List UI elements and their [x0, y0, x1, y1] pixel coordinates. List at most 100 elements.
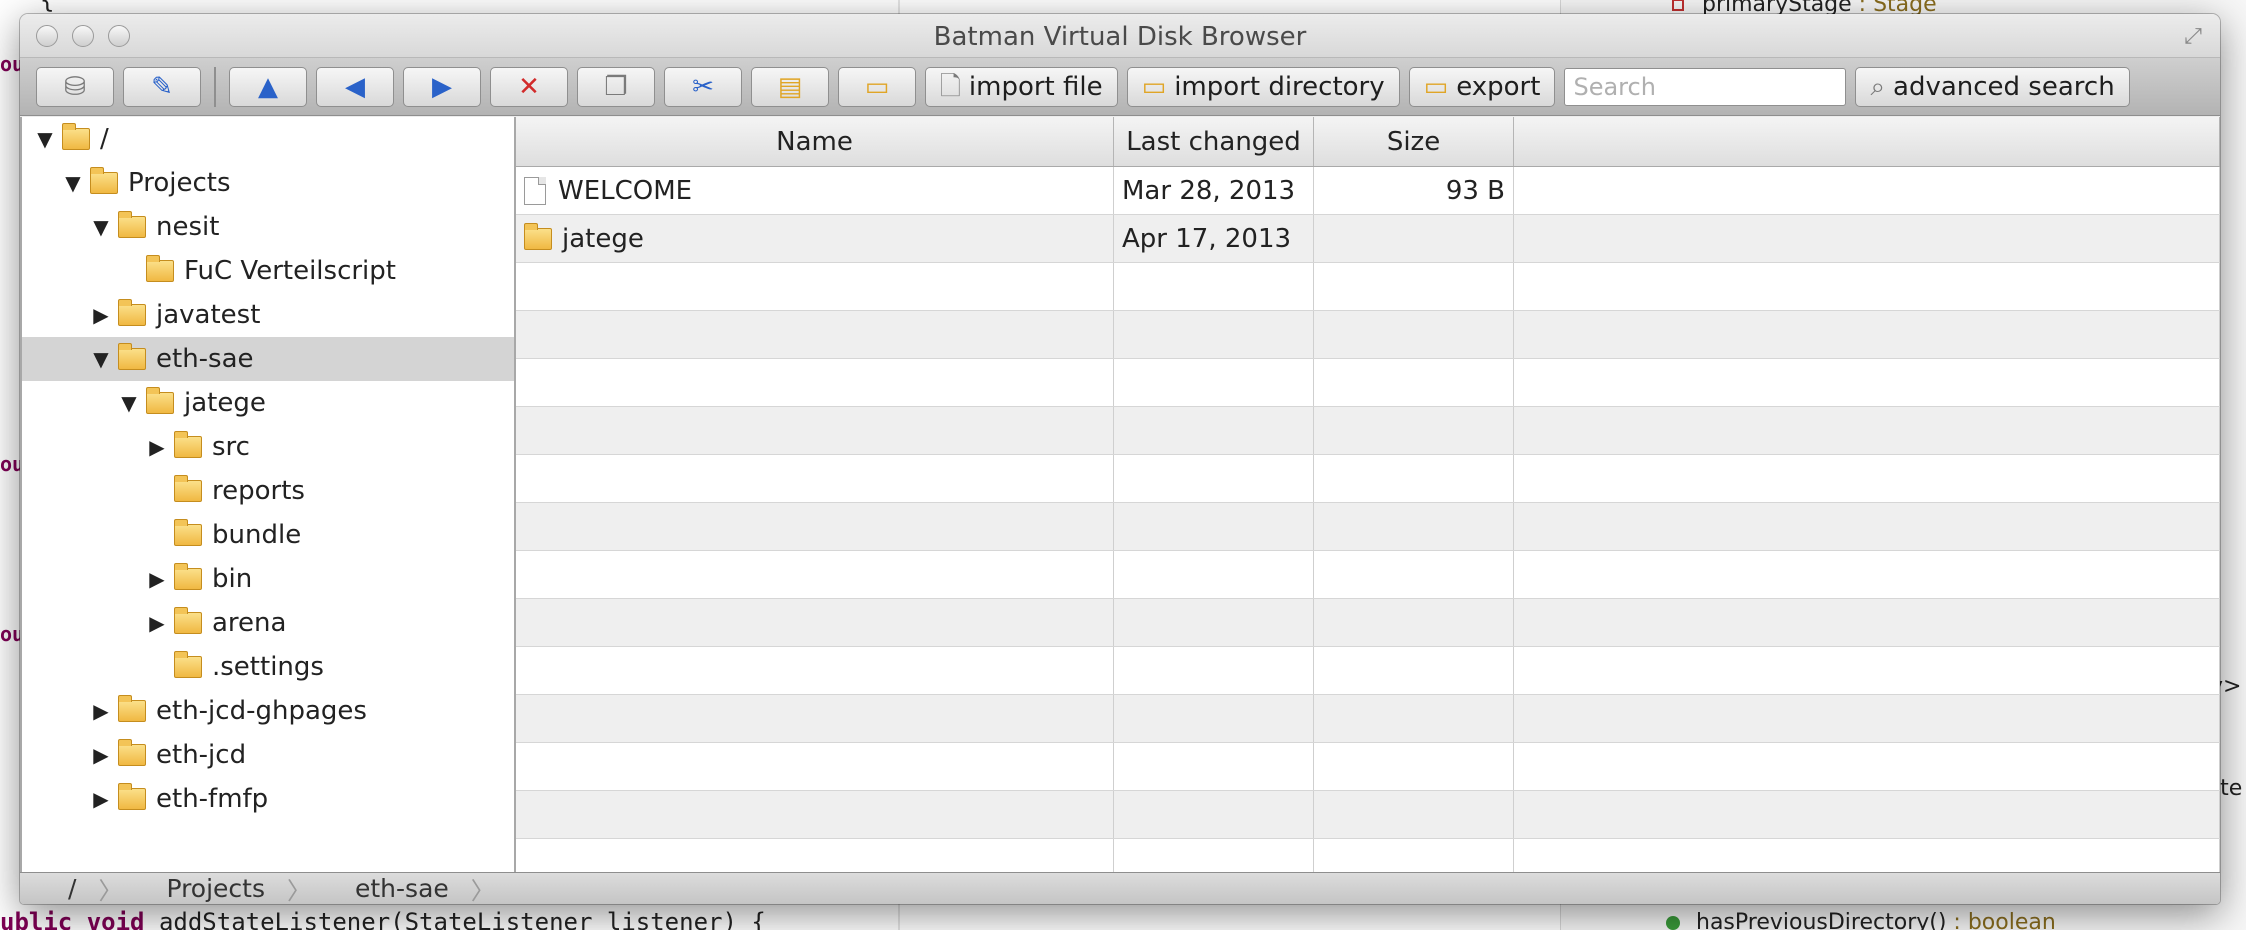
disclosure-collapsed-icon[interactable]: ▶ [90, 743, 112, 767]
cell-size [1314, 455, 1514, 502]
copy-icon: ❐ [604, 71, 628, 102]
tree-item[interactable]: ▼ jatege [22, 381, 514, 425]
delete-x-icon: ✕ [518, 71, 540, 102]
tree-item-label: nesit [156, 212, 220, 242]
column-header-size[interactable]: Size [1314, 117, 1514, 166]
breadcrumb-item[interactable]: eth-sae 〉 [333, 871, 517, 904]
cell-name-text: WELCOME [558, 175, 693, 206]
tree-item[interactable]: ▶ javatest [22, 293, 514, 337]
fullscreen-icon[interactable]: ⤢ [2180, 24, 2206, 50]
cell-last-changed [1114, 503, 1314, 550]
disclosure-expanded-icon[interactable]: ▼ [62, 171, 84, 195]
disclosure-collapsed-icon[interactable]: ▶ [90, 787, 112, 811]
disclosure-collapsed-icon[interactable]: ▶ [90, 699, 112, 723]
tree-item[interactable]: ▶ eth-fmfp [22, 777, 514, 821]
advanced-search-button[interactable]: ⌕ advanced search [1855, 66, 2130, 107]
export-icon: ▭ [1423, 71, 1449, 102]
breadcrumb-item[interactable]: Projects 〉 [144, 871, 333, 904]
breadcrumb-label: / [68, 874, 77, 903]
folder-icon [118, 211, 146, 238]
disclosure-expanded-icon[interactable]: ▼ [90, 347, 112, 371]
tree-item[interactable]: ▶ src [22, 425, 514, 469]
parent-directory-button[interactable]: ▲ [229, 66, 307, 107]
tree-item-label: eth-fmfp [156, 784, 269, 814]
cell-size [1314, 839, 1514, 872]
cell-last-changed [1114, 647, 1314, 694]
file-import-icon: 🗋 [940, 71, 961, 102]
cell-name: WELCOME [516, 167, 1114, 214]
tree-item[interactable]: ▼ nesit [22, 205, 514, 249]
tree-item-label: bin [212, 564, 253, 594]
cell-name [516, 695, 1114, 742]
breadcrumb-item[interactable]: / 〉 [46, 871, 144, 904]
tree-item[interactable]: ▶ eth-jcd-ghpages [22, 689, 514, 733]
import-file-label: import file [968, 71, 1103, 102]
settings-button[interactable]: ✎ [123, 66, 201, 107]
cell-name [516, 359, 1114, 406]
disclosure-collapsed-icon[interactable]: ▶ [146, 567, 168, 591]
empty-table-row [516, 311, 2220, 359]
file-icon [524, 176, 546, 205]
tree-item[interactable]: ▶ bin [22, 557, 514, 601]
folder-import-icon: ▭ [1141, 71, 1167, 102]
back-button[interactable]: ◀ [316, 66, 394, 107]
tree-item[interactable]: ▼ / [22, 117, 514, 161]
search-input[interactable] [1564, 67, 1847, 106]
folder-icon [146, 387, 174, 414]
tree-item[interactable]: .settings [22, 645, 514, 689]
title-bar[interactable]: Batman Virtual Disk Browser ⤢ [20, 14, 2220, 58]
disclosure-collapsed-icon[interactable]: ▶ [90, 303, 112, 327]
table-row[interactable]: WELCOME Mar 28, 2013 93 B [516, 167, 2220, 215]
disclosure-expanded-icon[interactable]: ▼ [118, 391, 140, 415]
cell-size [1314, 407, 1514, 454]
tree-item[interactable]: ▼ Projects [22, 161, 514, 205]
tree-item[interactable]: ▶ eth-jcd [22, 733, 514, 777]
arrow-left-icon: ◀ [345, 71, 365, 102]
outline-method-name: hasPreviousDirectory() [1696, 910, 1947, 930]
folder-icon [174, 563, 202, 590]
tree-item[interactable]: ▼ eth-sae [22, 337, 514, 381]
table-row[interactable]: jatege Apr 17, 2013 [516, 215, 2220, 263]
cut-button[interactable]: ✂ [664, 66, 742, 107]
tree-item[interactable]: ▶ arena [22, 601, 514, 645]
disk-button[interactable]: ⛁ [36, 66, 114, 107]
copy-button[interactable]: ❐ [577, 66, 655, 107]
cell-name [516, 791, 1114, 838]
column-header-filler [1514, 117, 2220, 166]
cell-last-changed: Apr 17, 2013 [1114, 215, 1314, 262]
forward-button[interactable]: ▶ [403, 66, 481, 107]
column-header-name[interactable]: Name [516, 117, 1114, 166]
delete-button[interactable]: ✕ [490, 66, 568, 107]
cell-filler [1514, 791, 2220, 838]
cell-size [1314, 791, 1514, 838]
tree-item-label: FuC Verteilscript [184, 256, 396, 286]
folder-icon [118, 695, 146, 722]
folder-icon [118, 299, 146, 326]
cell-last-changed [1114, 743, 1314, 790]
new-folder-button[interactable]: ▭ [838, 66, 916, 107]
folder-icon [174, 651, 202, 678]
empty-table-row [516, 743, 2220, 791]
toolbar-separator [214, 66, 216, 107]
import-file-button[interactable]: 🗋 import file [925, 66, 1118, 107]
empty-table-row [516, 599, 2220, 647]
column-header-last-changed[interactable]: Last changed [1114, 117, 1314, 166]
export-button[interactable]: ▭ export [1408, 66, 1556, 107]
disclosure-collapsed-icon[interactable]: ▶ [146, 435, 168, 459]
tree-item[interactable]: bundle [22, 513, 514, 557]
cell-filler [1514, 743, 2220, 790]
wrench-icon: ✎ [151, 71, 173, 102]
empty-table-row [516, 695, 2220, 743]
disclosure-expanded-icon[interactable]: ▼ [90, 215, 112, 239]
paste-button[interactable]: ▤ [751, 66, 829, 107]
disclosure-expanded-icon[interactable]: ▼ [34, 127, 56, 151]
tree-item[interactable]: reports [22, 469, 514, 513]
magnifier-icon: ⌕ [1870, 71, 1886, 102]
disclosure-collapsed-icon[interactable]: ▶ [146, 611, 168, 635]
table-header: Name Last changed Size [516, 117, 2220, 167]
cell-filler [1514, 407, 2220, 454]
import-directory-button[interactable]: ▭ import directory [1126, 66, 1400, 107]
folder-icon [118, 739, 146, 766]
folder-icon [174, 475, 202, 502]
tree-item[interactable]: FuC Verteilscript [22, 249, 514, 293]
